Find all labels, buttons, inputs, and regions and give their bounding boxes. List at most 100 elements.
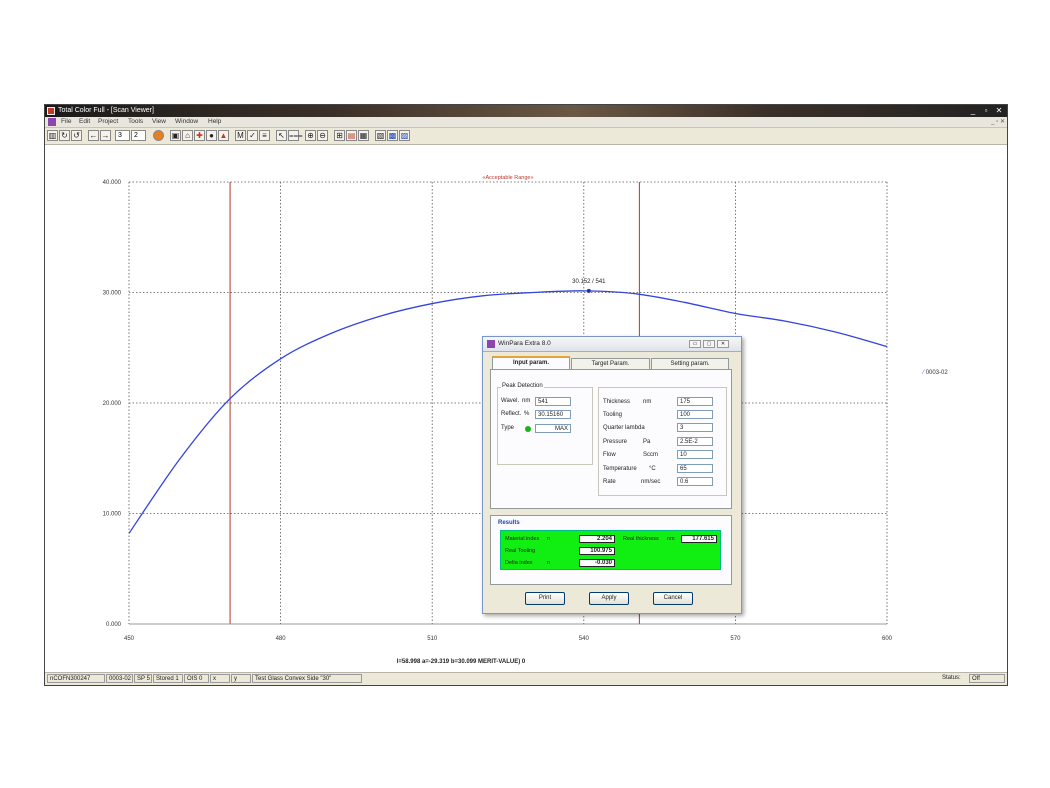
tooling-field[interactable]: 100 — [677, 410, 713, 419]
param-label: Tooling — [603, 412, 623, 418]
tab-setting-param[interactable]: Setting param. — [651, 358, 729, 369]
peak-detection-label: Peak Detection — [501, 383, 544, 389]
print-icon[interactable]: ▦ — [358, 130, 369, 141]
close-button[interactable]: ✕ — [993, 106, 1005, 116]
real-thickness-value: 177.615 — [681, 535, 717, 543]
layout-icon[interactable]: ▧ — [375, 130, 386, 141]
material-index-label: Material index — [505, 536, 540, 542]
menu-window[interactable]: Window — [175, 117, 198, 127]
param-unit: Pa — [643, 439, 651, 445]
real-tooling-label: Real Tooling — [505, 548, 536, 554]
chart-icon[interactable]: ⩶ — [288, 130, 303, 141]
grid-icon[interactable]: ▥ — [47, 130, 58, 141]
wavel-label: Wavel. — [501, 398, 520, 404]
x-tick-label: 480 — [276, 636, 287, 642]
measure-icon[interactable]: M — [235, 130, 246, 141]
menu-tools[interactable]: Tools — [128, 117, 143, 127]
zoom-fit-icon[interactable]: ⊞ — [334, 130, 345, 141]
reflect-field[interactable]: 30.15160 — [535, 410, 571, 419]
legend-label: 0003-02 — [925, 370, 948, 376]
window-cascade-icon[interactable]: ▨ — [399, 130, 410, 141]
maximize-button[interactable]: ▫ — [980, 106, 992, 116]
minimize-button[interactable]: _ — [967, 106, 979, 116]
apply-button[interactable]: Apply — [589, 592, 629, 605]
window-title: Total Color Full - [Scan Viewer] — [58, 107, 154, 114]
y-tick-label: 30.000 — [103, 291, 122, 297]
record-icon[interactable]: ● — [206, 130, 217, 141]
zoom-in-icon[interactable]: ⊕ — [305, 130, 316, 141]
toolbar: ▥ ↻ ↺ ← → 3 2 ▣ ⌂ ✚ ● ▲ M ✓ ≡ ↖ ⩶ ⊕ ⊖ ⊞ … — [45, 128, 1007, 145]
dialog-title-bar[interactable]: WinPara Extra 8.0 ▭ ▢ ✕ — [483, 337, 741, 352]
menu-help[interactable]: Help — [208, 117, 221, 127]
window-tile-icon[interactable]: ▩ — [387, 130, 398, 141]
reflect-label: Reflect. — [501, 411, 522, 417]
type-field[interactable]: MAX — [535, 424, 571, 433]
status-y: y — [231, 674, 251, 683]
warning-icon[interactable]: ▲ — [218, 130, 229, 141]
param-unit: °C — [649, 466, 656, 472]
spin-input[interactable]: 3 — [115, 130, 130, 141]
dialog-minimize-button[interactable]: ▭ — [689, 340, 701, 348]
flow-field[interactable]: 10 — [677, 450, 713, 459]
back-arrow-icon[interactable]: ← — [88, 130, 99, 141]
reload-icon[interactable]: ↺ — [71, 130, 82, 141]
material-index-value: 2.204 — [579, 535, 615, 543]
forward-arrow-icon[interactable]: → — [100, 130, 111, 141]
dialog-maximize-button[interactable]: ▢ — [703, 340, 715, 348]
menu-bar: File Edit Project Tools View Window Help… — [45, 117, 1007, 128]
refresh-icon[interactable]: ↻ — [59, 130, 70, 141]
type-indicator-icon — [525, 426, 531, 432]
input-param-panel: Peak Detection Wavel. nm 541 Reflect. % … — [490, 369, 732, 509]
real-thickness-unit: nm — [667, 536, 675, 542]
param-label: Thickness — [603, 399, 631, 405]
save-icon[interactable]: ▣ — [170, 130, 181, 141]
param-label: Flow — [603, 452, 616, 458]
tab-target-param[interactable]: Target Param. — [571, 358, 650, 369]
color-icon[interactable] — [153, 130, 164, 141]
pressure-field[interactable]: 2.5E-2 — [677, 437, 713, 446]
print-button[interactable]: Print — [525, 592, 565, 605]
zoom-out-icon[interactable]: ⊖ — [317, 130, 328, 141]
menu-view[interactable]: View — [152, 117, 166, 127]
y-tick-label: 40.000 — [103, 180, 122, 186]
x-tick-label: 540 — [579, 636, 590, 642]
results-group: Results Material index n 2.204 Real thic… — [490, 515, 732, 585]
tab-input-param[interactable]: Input param. — [492, 356, 570, 369]
calc-icon[interactable]: ≡ — [259, 130, 270, 141]
results-panel: Material index n 2.204 Real thickness nm… — [500, 530, 721, 570]
rate-field[interactable]: 0.6 — [677, 477, 713, 486]
x-tick-label: 450 — [124, 636, 135, 642]
status-x: x — [210, 674, 230, 683]
chart-title: «Acceptable Range» — [482, 175, 533, 181]
open-folder-icon[interactable]: ⌂ — [182, 130, 193, 141]
thickness-field[interactable]: 175 — [677, 397, 713, 406]
menu-edit[interactable]: Edit — [79, 117, 90, 127]
param-label: Pressure — [603, 439, 628, 445]
legend-item[interactable]: ⁄ 0003-02 — [923, 370, 948, 376]
menu-file[interactable]: File — [61, 117, 71, 127]
dialog-close-button[interactable]: ✕ — [717, 340, 729, 348]
menu-project[interactable]: Project — [98, 117, 118, 127]
spin-input-2[interactable]: 2 — [131, 130, 146, 141]
peak-label: 30.152 / 541 — [572, 279, 606, 285]
pointer-icon[interactable]: ↖ — [276, 130, 287, 141]
check-icon[interactable]: ✓ — [247, 130, 258, 141]
param-label: Quarter lambda — [603, 425, 645, 431]
wavel-field[interactable]: 541 — [535, 397, 571, 406]
material-index-unit: n — [547, 536, 551, 542]
cursor-icon[interactable]: ✚ — [194, 130, 205, 141]
winpara-dialog: WinPara Extra 8.0 ▭ ▢ ✕ Input param. Tar… — [482, 336, 742, 614]
cancel-button[interactable]: Cancel — [653, 592, 693, 605]
param-label: Temperature — [603, 466, 637, 472]
y-tick-label: 0.000 — [106, 622, 122, 628]
type-label: Type — [501, 425, 515, 431]
status-description: Test Glass Convex Side "30" — [252, 674, 362, 683]
param-unit: Sccm — [643, 452, 658, 458]
real-tooling-value: 100.975 — [579, 547, 615, 555]
title-bar[interactable]: Total Color Full - [Scan Viewer] _ ▫ ✕ — [45, 105, 1007, 117]
quarter-lambda-field[interactable]: 3 — [677, 423, 713, 432]
temperature-field[interactable]: 65 — [677, 464, 713, 473]
export-icon[interactable]: ▤ — [346, 130, 357, 141]
mdi-controls[interactable]: _ ▫ ✕ — [991, 117, 1005, 127]
param-label: Rate — [603, 479, 616, 485]
